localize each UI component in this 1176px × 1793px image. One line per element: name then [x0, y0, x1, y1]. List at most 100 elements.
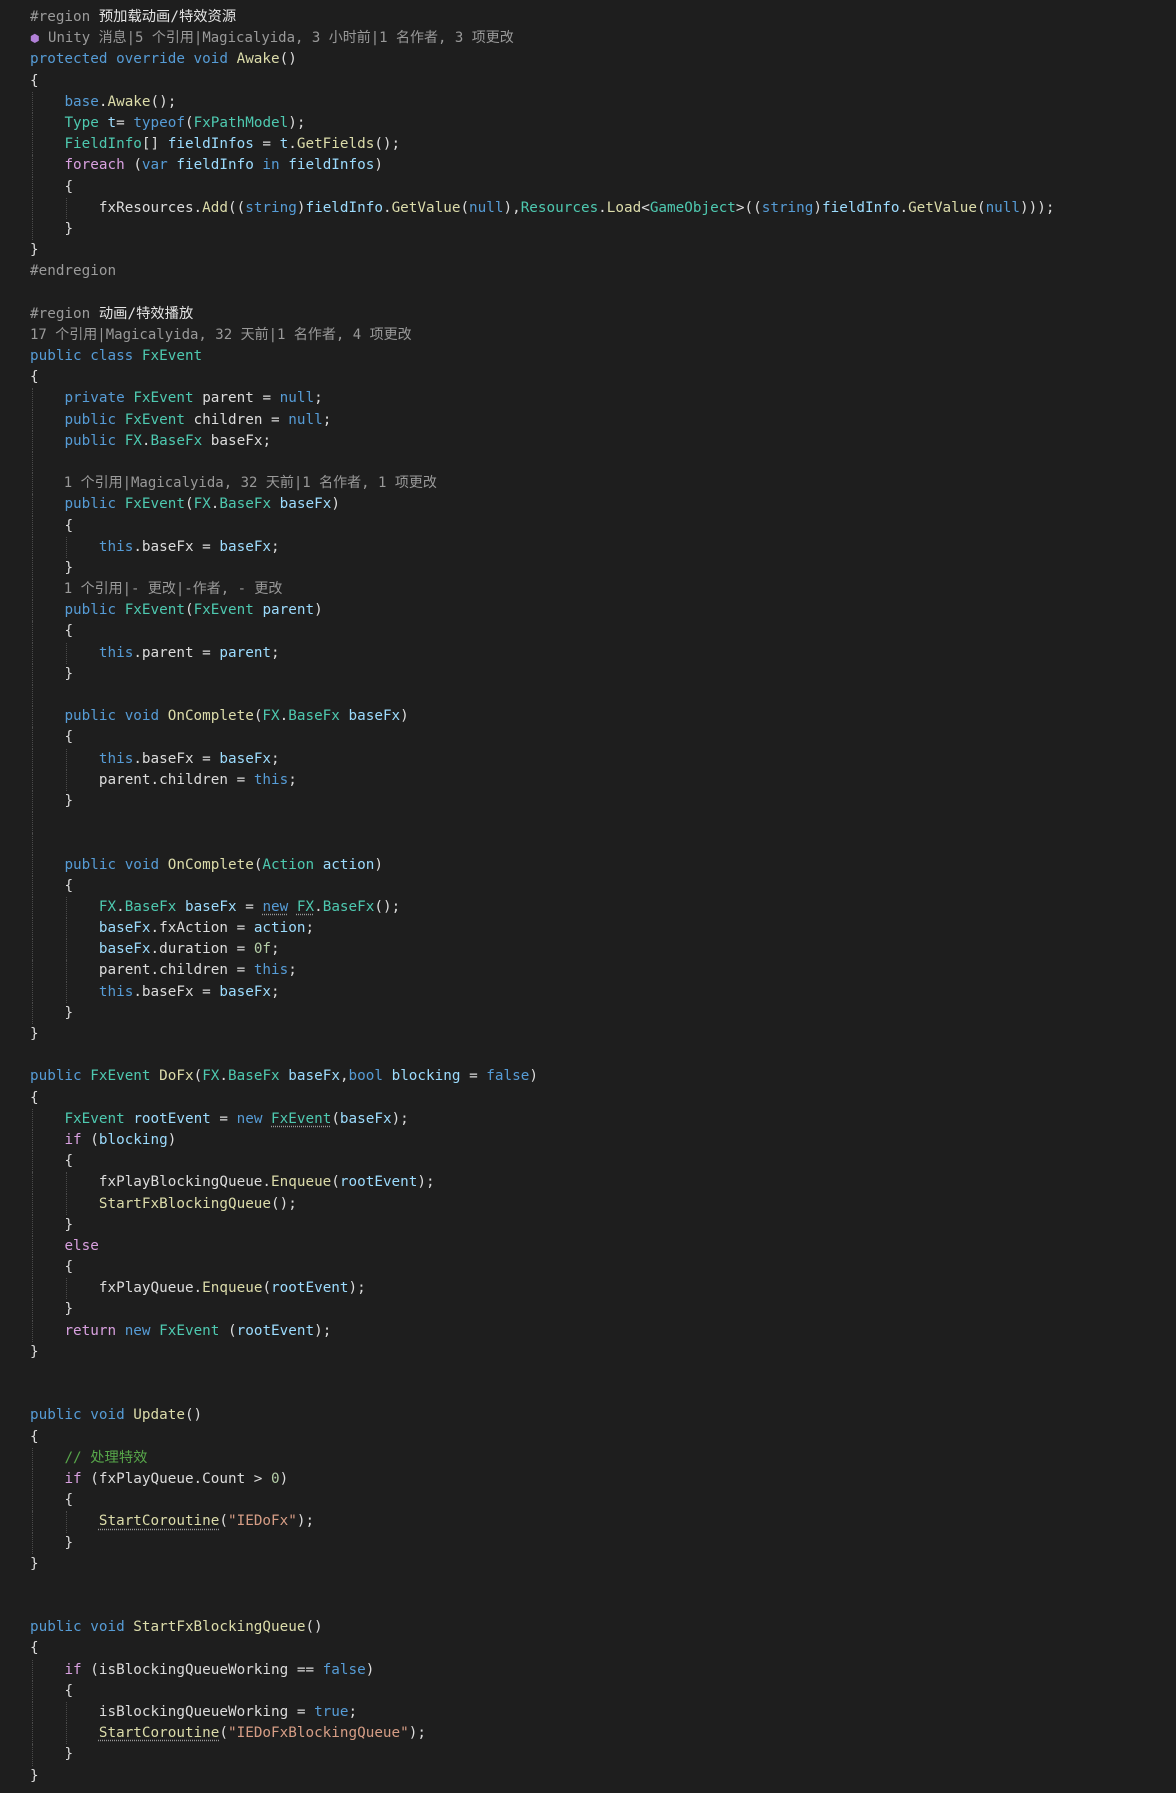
codelens-line[interactable]: 1 个引用|Magicalyida, 32 天前|1 名作者, 1 项更改 [0, 473, 1176, 495]
code-token: { [30, 1089, 39, 1106]
code-token: ); [417, 1174, 435, 1191]
code-token: baseFx [279, 496, 332, 513]
indent-guide [66, 197, 67, 219]
code-line: public void OnComplete(FX.BaseFx baseFx) [0, 706, 1176, 728]
code-line: } [0, 218, 1176, 241]
code-line: } [0, 1766, 1176, 1787]
code-token: ; [305, 920, 315, 937]
code-token: fieldInfos [167, 136, 254, 153]
code-token: ( [133, 157, 142, 174]
code-token: } [30, 1555, 39, 1572]
code-token: Load [606, 199, 642, 216]
code-token: 1 个引用|- 更改|-作者, - 更改 [63, 581, 283, 598]
code-token: baseFx [219, 538, 272, 555]
codelens-line[interactable]: 1 个引用|- 更改|-作者, - 更改 [0, 579, 1176, 601]
indent-guide [32, 790, 33, 813]
codelens-line[interactable]: ⬢ Unity 消息|5 个引用|Magicalyida, 3 小时前|1 名作… [0, 28, 1176, 49]
code-line: FxEvent rootEvent = new FxEvent(baseFx); [0, 1108, 1176, 1130]
code-line: StartCoroutine("IEDoFx"); [0, 1511, 1176, 1533]
indent-guide [32, 939, 33, 961]
code-token: ; [322, 411, 332, 428]
code-token: this [98, 538, 134, 555]
code-line: { [0, 1490, 1176, 1512]
code-token: BaseFx [288, 708, 349, 725]
code-line: #endregion [0, 261, 1176, 282]
code-token: parent [219, 644, 272, 661]
indent-guide [32, 1490, 33, 1512]
code-line: } [0, 240, 1176, 261]
code-token: null [279, 390, 315, 407]
indent-guide [32, 1659, 33, 1681]
code-token: string [761, 199, 814, 216]
indent-guide [32, 473, 33, 495]
code-token: { [64, 517, 74, 534]
code-token: ( [184, 114, 194, 131]
indent-guide [32, 579, 33, 601]
code-token: var [141, 157, 177, 174]
code-token: children = [193, 411, 289, 428]
code-token: .baseFx = [133, 538, 220, 555]
code-token: public [64, 432, 125, 449]
indent-guide [32, 896, 33, 919]
code-token: ( [219, 1513, 228, 1530]
code-line: StartFxBlockingQueue(); [0, 1193, 1176, 1215]
code-token: DoFx [159, 1068, 194, 1085]
code-token: Action [262, 856, 323, 873]
code-token: public [64, 411, 125, 428]
code-token: () [305, 1619, 323, 1636]
indent-guide [32, 1744, 33, 1766]
code-line: #region 预加载动画/特效资源 [0, 7, 1176, 28]
code-token: (); [374, 898, 401, 915]
code-line: fxPlayQueue.Enqueue(rootEvent); [0, 1278, 1176, 1300]
code-token: ); [314, 1322, 332, 1339]
code-token: 17 个引用|Magicalyida, 32 天前|1 名作者, 4 项更改 [30, 326, 412, 343]
code-token: FX [262, 708, 280, 725]
code-token: ) [400, 708, 409, 725]
code-line: return new FxEvent (rootEvent); [0, 1320, 1176, 1342]
code-line: fxResources.Add((string)fieldInfo.GetVal… [0, 197, 1176, 219]
indent-guide [32, 812, 33, 834]
indent-guide [66, 1172, 67, 1194]
code-token: in [253, 157, 289, 174]
code-line: baseFx.duration = 0f; [0, 939, 1176, 961]
code-line: // 处理特效 [0, 1447, 1176, 1469]
indent-guide [32, 494, 33, 516]
indent-guide [66, 1702, 67, 1724]
code-editor[interactable]: #region 预加载动画/特效资源 ⬢ Unity 消息|5 个引用|Magic… [0, 7, 1176, 1787]
code-token: public void [30, 1407, 134, 1424]
indent-guide [32, 112, 33, 135]
code-token: BaseFx [124, 898, 185, 915]
indent-guide [66, 1278, 67, 1300]
code-token: baseFx [98, 920, 151, 937]
indent-guide [32, 1172, 33, 1194]
code-token: #endregion [30, 263, 117, 280]
code-token: } [64, 1216, 74, 1233]
code-token: (( [228, 199, 246, 216]
code-token: } [64, 220, 74, 237]
code-token: Enqueue [202, 1280, 263, 1297]
indent-guide [32, 1447, 33, 1469]
indent-guide [32, 1002, 33, 1024]
codelens-line[interactable]: 17 个引用|Magicalyida, 32 天前|1 名作者, 4 项更改 [0, 325, 1176, 346]
indent-guide [32, 197, 33, 219]
code-token: 0f [253, 941, 272, 958]
code-token: this [253, 962, 289, 979]
code-token: baseFx [348, 708, 401, 725]
code-token: baseFx [219, 750, 272, 767]
code-token: baseFx; [210, 432, 272, 449]
code-token: () [279, 51, 297, 68]
indent-guide [32, 1235, 33, 1258]
